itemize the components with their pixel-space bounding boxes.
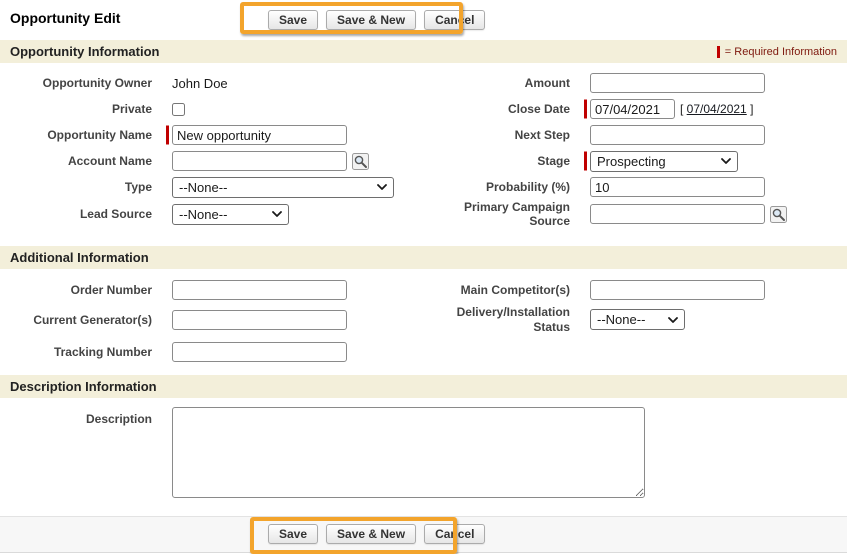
- form-row: Opportunity Name Next Step: [0, 122, 847, 148]
- page-title: Opportunity Edit: [10, 10, 120, 26]
- stage-label: Stage: [428, 154, 578, 168]
- cancel-button[interactable]: Cancel: [424, 10, 485, 30]
- close-date-today-link[interactable]: 07/04/2021: [687, 102, 747, 116]
- form-row: Account Name Stage Prospecting: [0, 148, 847, 174]
- order-number-label: Order Number: [0, 283, 160, 297]
- description-information-form: Description: [0, 398, 847, 516]
- type-select[interactable]: --None--: [172, 177, 394, 198]
- required-marker-icon: [717, 46, 720, 58]
- required-legend-text: = Required Information: [725, 46, 837, 58]
- probability-label: Probability (%): [428, 180, 578, 194]
- section-title: Additional Information: [10, 250, 149, 265]
- delivery-installation-status-label: Delivery/Installation Status: [428, 305, 578, 334]
- campaign-lookup-magnifier-icon[interactable]: [770, 206, 787, 223]
- section-header-opportunity-information: Opportunity Information = Required Infor…: [0, 40, 847, 63]
- bottom-buttons: Save Save & New Cancel: [268, 524, 485, 544]
- save-button[interactable]: Save: [268, 10, 318, 30]
- account-lookup-magnifier-icon[interactable]: [352, 153, 369, 170]
- close-date-label: Close Date: [428, 102, 578, 116]
- delivery-installation-status-select[interactable]: --None--: [590, 309, 685, 330]
- required-marker-icon: [584, 152, 587, 171]
- form-row: Opportunity Owner John Doe Amount: [0, 70, 847, 96]
- chevron-down-icon: [272, 211, 282, 217]
- section-header-additional-information: Additional Information: [0, 246, 847, 269]
- opportunity-owner-value: John Doe: [172, 76, 228, 91]
- close-date-today-link-wrap: [ 07/04/2021 ]: [680, 102, 753, 116]
- save-and-new-button[interactable]: Save & New: [326, 10, 416, 30]
- tracking-number-label: Tracking Number: [0, 345, 160, 359]
- private-checkbox[interactable]: [172, 103, 185, 116]
- top-button-bar: Save Save & New Cancel: [268, 10, 485, 30]
- required-marker-icon: [584, 100, 587, 119]
- private-label: Private: [0, 102, 160, 116]
- section-title: Description Information: [10, 379, 157, 394]
- stage-select[interactable]: Prospecting: [590, 151, 738, 172]
- form-row: Lead Source --None-- Primary Campaign So…: [0, 200, 847, 229]
- chevron-down-icon: [721, 158, 731, 164]
- form-row: Tracking Number: [0, 337, 847, 367]
- close-date-field[interactable]: [590, 99, 675, 119]
- opportunity-owner-label: Opportunity Owner: [0, 76, 160, 90]
- amount-field[interactable]: [590, 73, 765, 93]
- additional-information-form: Order Number Main Competitor(s) Current …: [0, 269, 847, 375]
- form-row: Current Generator(s) Delivery/Installati…: [0, 303, 847, 337]
- current-generators-label: Current Generator(s): [0, 313, 160, 327]
- section-header-description-information: Description Information: [0, 375, 847, 398]
- form-row: Order Number Main Competitor(s): [0, 277, 847, 303]
- chevron-down-icon: [668, 317, 678, 323]
- main-competitors-label: Main Competitor(s): [428, 283, 578, 297]
- primary-campaign-source-field[interactable]: [590, 204, 765, 224]
- form-row: Type --None-- Probability (%): [0, 174, 847, 200]
- form-row: Description: [0, 407, 847, 498]
- save-and-new-button[interactable]: Save & New: [326, 524, 416, 544]
- section-title: Opportunity Information: [10, 44, 159, 59]
- save-button[interactable]: Save: [268, 524, 318, 544]
- opportunity-name-label: Opportunity Name: [0, 128, 160, 142]
- account-name-label: Account Name: [0, 154, 160, 168]
- required-marker-icon: [166, 126, 169, 145]
- opportunity-information-form: Opportunity Owner John Doe Amount Privat…: [0, 63, 847, 241]
- opportunity-name-field[interactable]: [172, 125, 347, 145]
- next-step-field[interactable]: [590, 125, 765, 145]
- lead-source-label: Lead Source: [0, 207, 160, 221]
- current-generators-field[interactable]: [172, 310, 347, 330]
- chevron-down-icon: [377, 184, 387, 190]
- primary-campaign-source-label: Primary Campaign Source: [428, 200, 578, 229]
- form-row: Private Close Date [ 07/04/2021 ]: [0, 96, 847, 122]
- tracking-number-field[interactable]: [172, 342, 347, 362]
- account-name-field[interactable]: [172, 151, 347, 171]
- amount-label: Amount: [428, 76, 578, 90]
- next-step-label: Next Step: [428, 128, 578, 142]
- bottom-button-bar: Save Save & New Cancel: [0, 516, 847, 553]
- description-label: Description: [0, 407, 160, 426]
- lead-source-select[interactable]: --None--: [172, 204, 289, 225]
- page-header: Opportunity Edit Save Save & New Cancel: [0, 0, 847, 38]
- type-label: Type: [0, 180, 160, 194]
- order-number-field[interactable]: [172, 280, 347, 300]
- probability-field[interactable]: [590, 177, 765, 197]
- cancel-button[interactable]: Cancel: [424, 524, 485, 544]
- main-competitors-field[interactable]: [590, 280, 765, 300]
- required-legend: = Required Information: [717, 46, 837, 58]
- description-textarea[interactable]: [172, 407, 645, 498]
